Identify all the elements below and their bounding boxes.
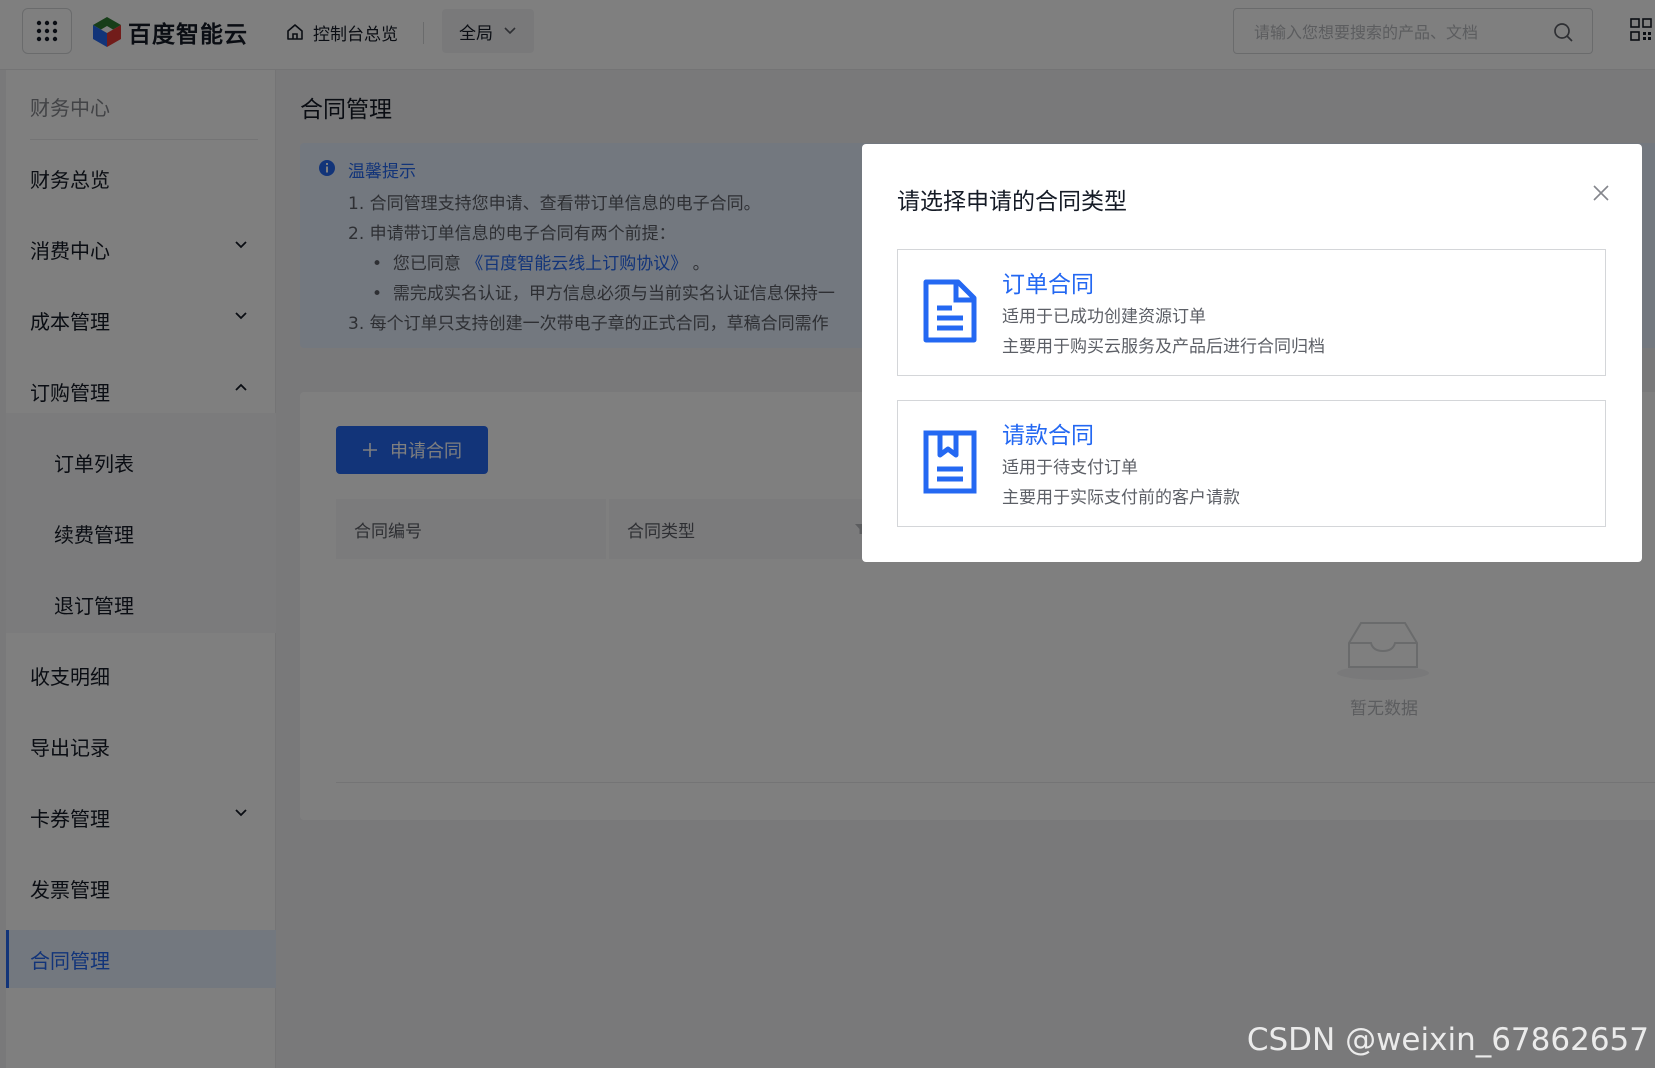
option-description: 适用于待支付订单: [1002, 458, 1138, 478]
option-description: 适用于已成功创建资源订单: [1002, 307, 1206, 327]
document-icon: [923, 279, 977, 343]
contract-type-dialog: 请选择申请的合同类型 订单合同 适用于已成功创建资源订单 主要用于购买云服务及产…: [862, 144, 1642, 562]
option-description: 主要用于实际支付前的客户请款: [1002, 488, 1240, 508]
payment-request-contract-option[interactable]: 请款合同 适用于待支付订单 主要用于实际支付前的客户请款: [897, 400, 1606, 527]
dialog-title: 请选择申请的合同类型: [897, 189, 1127, 215]
bookmark-document-icon: [923, 430, 977, 494]
option-title: 请款合同: [1002, 423, 1094, 449]
option-title: 订单合同: [1002, 272, 1094, 298]
order-contract-option[interactable]: 订单合同 适用于已成功创建资源订单 主要用于购买云服务及产品后进行合同归档: [897, 249, 1606, 376]
watermark: CSDN @weixin_67862657: [1246, 1022, 1649, 1058]
option-description: 主要用于购买云服务及产品后进行合同归档: [1002, 337, 1325, 357]
close-icon[interactable]: [1592, 184, 1610, 202]
